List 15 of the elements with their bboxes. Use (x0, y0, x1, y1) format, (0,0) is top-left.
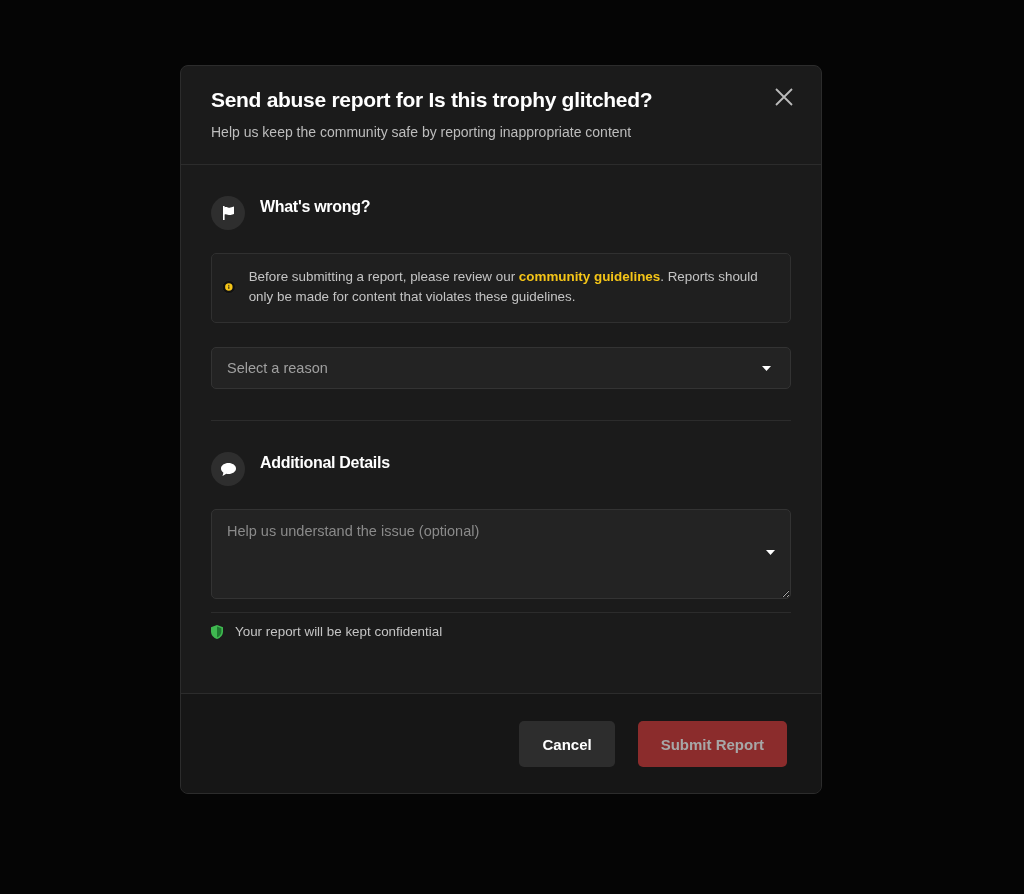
speech-bubble-icon (220, 462, 236, 476)
details-field[interactable]: Help us understand the issue (optional) (211, 509, 791, 599)
close-icon[interactable] (773, 86, 795, 108)
cancel-button[interactable]: Cancel (519, 721, 615, 767)
reason-select[interactable]: Select a reason (211, 347, 791, 389)
confidential-note: Your report will be kept confidential (235, 624, 443, 639)
dialog-title: Send abuse report for Is this trophy glitched? (211, 88, 653, 112)
dialog-subtitle: Help us keep the community safe by reporting inappropriate content (211, 124, 633, 140)
flag-icon (221, 206, 235, 220)
notice-text: Before submitting a report, please review our community guidelines. Reports should only be made for content that violates these guidelines. (248, 268, 759, 306)
caret-icon (766, 550, 775, 555)
section-heading: What's wrong? (260, 198, 371, 216)
section-heading: Additional Details (260, 454, 390, 472)
caret-icon (762, 365, 771, 371)
shield-icon (211, 624, 223, 639)
